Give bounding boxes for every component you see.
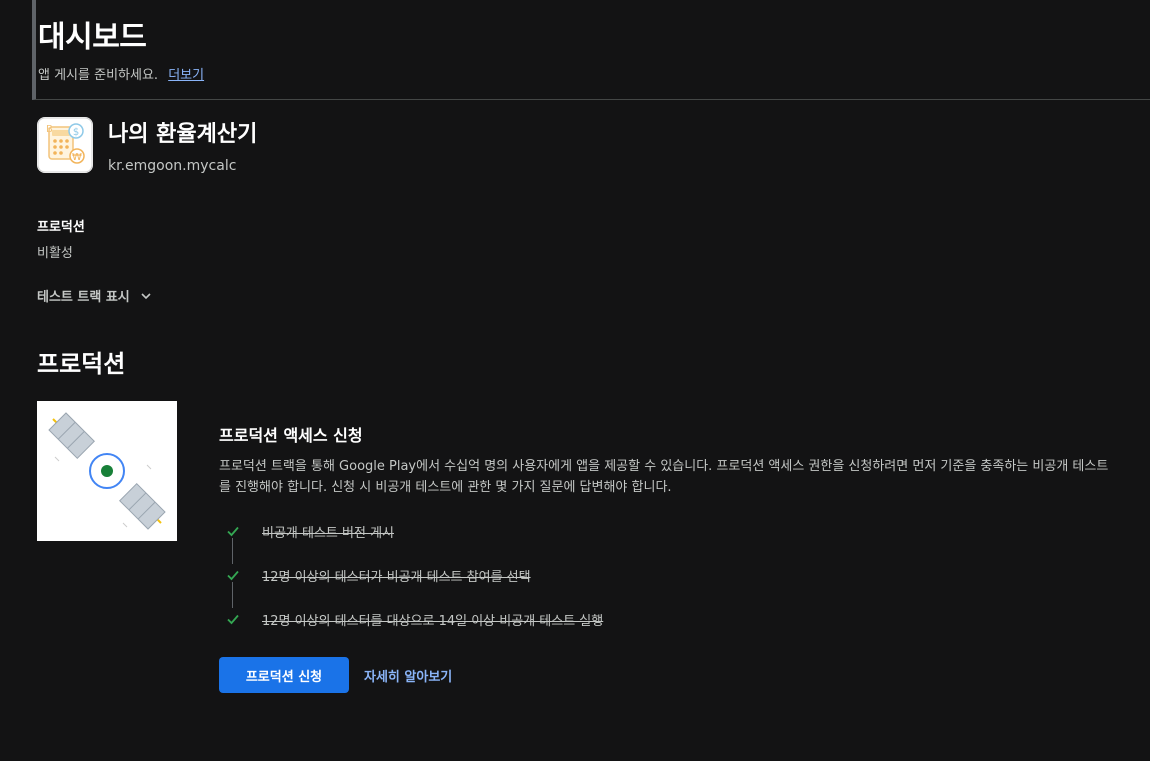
page-title: 대시보드 bbox=[38, 20, 147, 55]
requirement-step-label: 12명 이상의 테스터를 대상으로 14일 이상 비공개 테스트 실행 bbox=[262, 613, 604, 629]
check-icon bbox=[222, 524, 244, 538]
check-icon bbox=[222, 612, 244, 626]
more-link[interactable]: 더보기 bbox=[168, 68, 204, 83]
requirement-step-label: 12명 이상의 테스터가 비공개 테스트 참여를 선택 bbox=[262, 569, 531, 585]
production-illustration bbox=[37, 401, 177, 541]
calculator-currency-icon: $ B ₩ bbox=[37, 117, 93, 173]
check-icon bbox=[222, 568, 244, 582]
requirement-step-label: 비공개 테스트 버전 게시 bbox=[262, 525, 394, 541]
requirement-step: 12명 이상의 테스터가 비공개 테스트 참여를 선택 bbox=[222, 562, 531, 588]
production-section-title: 프로덕션 bbox=[37, 350, 126, 378]
app-package-name: kr.emgoon.mycalc bbox=[108, 158, 237, 174]
page-subtitle: 앱 게시를 준비하세요. 더보기 bbox=[38, 64, 204, 83]
production-status-label: 프로덕션 bbox=[37, 220, 85, 235]
svg-text:₩: ₩ bbox=[72, 152, 82, 163]
app-name: 나의 환율계산기 bbox=[108, 122, 258, 147]
requirement-step: 비공개 테스트 버전 게시 bbox=[222, 518, 394, 544]
chevron-down-icon bbox=[140, 290, 152, 302]
svg-text:$: $ bbox=[73, 127, 79, 138]
learn-more-link[interactable]: 자세히 알아보기 bbox=[364, 666, 452, 685]
app-icon: $ B ₩ bbox=[37, 117, 93, 173]
production-access-description: 프로덕션 트랙을 통해 Google Play에서 수십억 명의 사용자에게 앱… bbox=[219, 459, 1109, 495]
svg-text:B: B bbox=[46, 124, 53, 135]
dashboard-page: 대시보드 앱 게시를 준비하세요. 더보기 $ B ₩ 나의 환율계산기 kr.… bbox=[0, 0, 1150, 761]
show-test-tracks-label: 테스트 트랙 표시 bbox=[37, 290, 130, 305]
production-status-value: 비활성 bbox=[37, 246, 73, 261]
apply-production-button[interactable]: 프로덕션 신청 bbox=[219, 657, 349, 693]
satellite-illustration-icon bbox=[37, 401, 177, 541]
requirement-step: 12명 이상의 테스터를 대상으로 14일 이상 비공개 테스트 실행 bbox=[222, 606, 603, 632]
subtitle-text: 앱 게시를 준비하세요. bbox=[38, 68, 159, 83]
show-test-tracks-toggle[interactable]: 테스트 트랙 표시 bbox=[37, 286, 152, 305]
production-access-card-title: 프로덕션 액세스 신청 bbox=[219, 426, 363, 445]
page-header: 대시보드 앱 게시를 준비하세요. 더보기 bbox=[32, 0, 1150, 100]
